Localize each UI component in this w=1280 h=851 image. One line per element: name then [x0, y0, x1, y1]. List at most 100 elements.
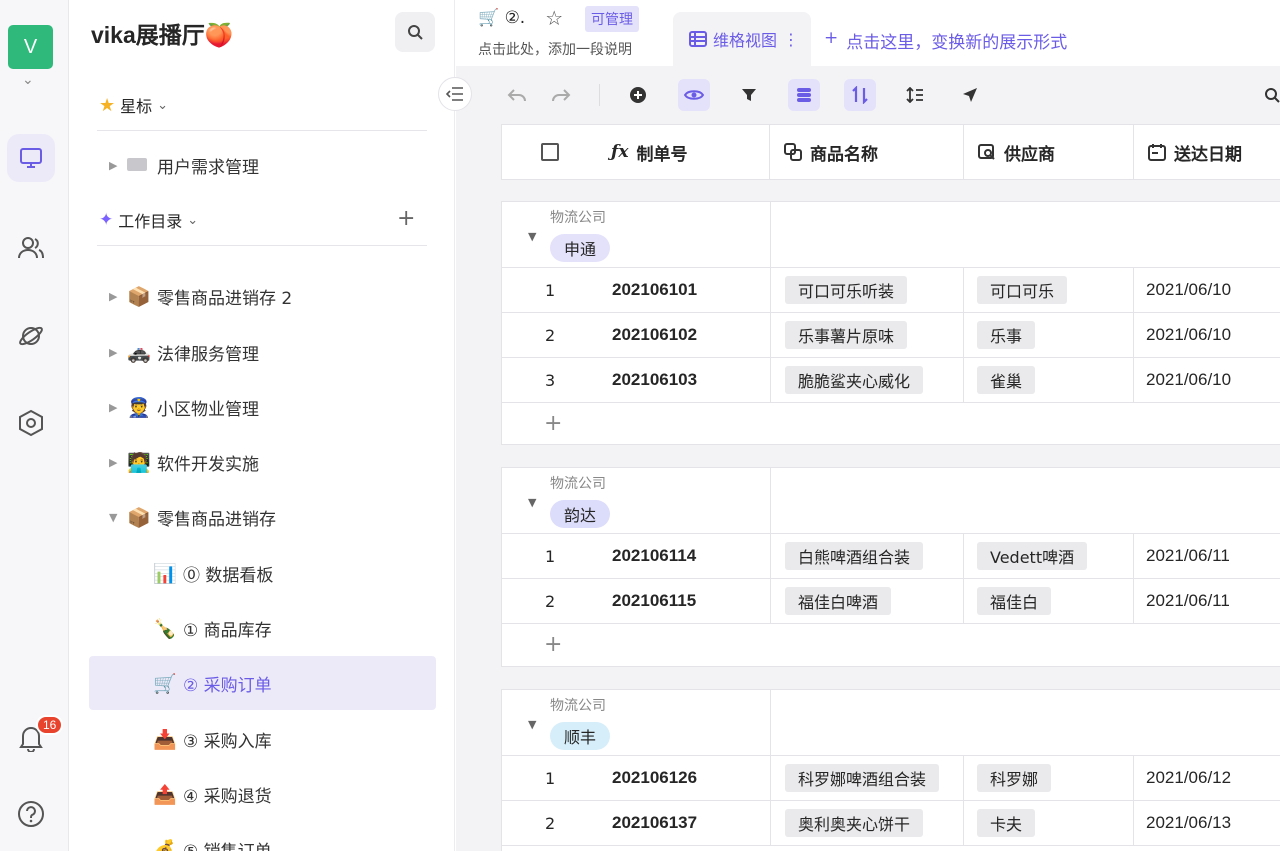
redo-icon[interactable] [545, 79, 577, 111]
share-send-icon[interactable] [954, 79, 986, 111]
column-header-product[interactable]: 商品名称 [770, 125, 964, 179]
table-row[interactable]: 2 202106115 福佳白啤酒 福佳白 2021/06/11 [502, 579, 1280, 624]
members-icon[interactable] [7, 224, 55, 272]
tree-item-dashboard[interactable]: 📊 ⓪ 数据看板 [153, 546, 273, 600]
tree-item-inventory[interactable]: 🍾 ① 商品库存 [153, 601, 272, 655]
starred-item[interactable]: ▶ 用户需求管理 [109, 138, 259, 192]
order-id-cell[interactable]: 202106103 [612, 358, 697, 402]
date-cell[interactable]: 2021/06/13 [1134, 801, 1231, 845]
tab-grid-view[interactable]: 维格视图 ⋮ [673, 12, 811, 66]
datasheet-description[interactable]: 点击此处，添加一段说明 [478, 39, 632, 59]
add-view-button[interactable]: + 点击这里，变换新的展示形式 [824, 28, 1067, 53]
product-cell[interactable]: 科罗娜啤酒组合装 [770, 756, 964, 800]
add-view-label: 点击这里，变换新的展示形式 [846, 33, 1068, 53]
template-planet-icon[interactable] [7, 312, 55, 360]
collapse-triangle-icon[interactable]: ▼ [528, 496, 536, 509]
order-id-cell[interactable]: 202106102 [612, 313, 697, 357]
more-icon[interactable]: ⋮ [783, 30, 799, 49]
column-header-order-id[interactable]: ƒx 制单号 [597, 125, 770, 179]
order-id-cell[interactable]: 202106114 [612, 534, 696, 578]
tree-item-legal[interactable]: ▶ 🚓 法律服务管理 [109, 325, 259, 379]
group-value-pill: 顺丰 [550, 722, 611, 750]
supplier-cell[interactable]: 福佳白 [964, 579, 1134, 623]
table-row[interactable]: 1 202106126 科罗娜啤酒组合装 科罗娜 2021/06/12 [502, 756, 1280, 801]
tree-item-retail-2[interactable]: ▶ 📦 零售商品进销存 2 [109, 269, 292, 323]
search-button[interactable] [395, 12, 435, 52]
permission-badge: 可管理 [585, 6, 639, 32]
row-height-icon[interactable] [899, 79, 931, 111]
undo-icon[interactable] [501, 79, 533, 111]
workbench-icon[interactable] [7, 134, 55, 182]
tree-item-property[interactable]: ▶ 👮 小区物业管理 [109, 380, 259, 434]
filter-icon[interactable] [733, 79, 765, 111]
expand-triangle-icon: ▶ [109, 400, 118, 414]
row-number: 2 [545, 325, 556, 345]
supplier-cell[interactable]: 乐事 [964, 313, 1134, 357]
date-cell[interactable]: 2021/06/11 [1134, 534, 1230, 578]
sort-icon[interactable] [844, 79, 876, 111]
table-row[interactable]: 1 202106114 白熊啤酒组合装 Vedett啤酒 2021/06/11 [502, 534, 1280, 579]
supplier-cell[interactable]: 科罗娜 [964, 756, 1134, 800]
product-cell[interactable]: 白熊啤酒组合装 [770, 534, 964, 578]
add-node-button[interactable]: + [397, 206, 415, 231]
date-cell[interactable]: 2021/06/10 [1134, 358, 1231, 402]
add-row-button[interactable]: + [502, 403, 1280, 445]
table-row[interactable]: 3 202106103 脆脆鲨夹心威化 雀巢 2021/06/10 [502, 358, 1280, 403]
group-header[interactable]: ▼ 物流公司 顺丰 [502, 690, 1280, 756]
order-id-cell[interactable]: 202106137 [612, 801, 697, 845]
order-id-cell[interactable]: 202106101 [612, 268, 697, 312]
settings-hexagon-icon[interactable] [7, 399, 55, 447]
tree-item-purchase-return[interactable]: 📤 ④ 采购退货 [153, 767, 272, 821]
date-cell[interactable]: 2021/06/10 [1134, 268, 1231, 312]
supplier-cell[interactable]: Vedett啤酒 [964, 534, 1134, 578]
table-row[interactable]: 2 202106137 奥利奥夹心饼干 卡夫 2021/06/13 [502, 801, 1280, 846]
column-header-delivery-date[interactable]: 送达日期 [1134, 125, 1280, 179]
order-id-cell[interactable]: 202106126 [612, 756, 697, 800]
tree-item-sales-orders[interactable]: 💰 ⑤ 销售订单 [153, 822, 272, 851]
starred-section-header[interactable]: ★ 星标 ⌄ [99, 93, 168, 117]
column-header-supplier[interactable]: 供应商 [964, 125, 1134, 179]
collapse-triangle-icon[interactable]: ▼ [528, 230, 536, 243]
supplier-cell[interactable]: 雀巢 [964, 358, 1134, 402]
group-header[interactable]: ▼ 物流公司 韵达 [502, 468, 1280, 534]
add-row-button[interactable]: + [502, 624, 1280, 666]
hide-fields-eye-icon[interactable] [678, 79, 710, 111]
chevron-down-icon[interactable]: ⌄ [22, 72, 34, 88]
table-row[interactable]: 1 202106101 可口可乐听装 可口可乐 2021/06/10 [502, 268, 1280, 313]
tree-item-purchase-orders[interactable]: 🛒 ② 采购订单 [89, 656, 436, 710]
add-record-icon[interactable] [622, 79, 654, 111]
toolbar-divider [599, 84, 600, 106]
order-id-cell[interactable]: 202106115 [612, 579, 696, 623]
date-cell[interactable]: 2021/06/10 [1134, 313, 1231, 357]
space-avatar[interactable]: V [8, 25, 53, 69]
select-all-checkbox[interactable] [502, 125, 597, 179]
collapse-triangle-icon[interactable]: ▼ [528, 718, 536, 731]
expand-triangle-icon: ▶ [109, 289, 118, 303]
product-cell[interactable]: 奥利奥夹心饼干 [770, 801, 964, 845]
table-row[interactable]: 2 202106102 乐事薯片原味 乐事 2021/06/10 [502, 313, 1280, 358]
tree-item-software[interactable]: ▶ 🧑‍💻 软件开发实施 [109, 435, 259, 489]
item-emoji-icon: 🚓 [127, 341, 151, 364]
star-outline-icon[interactable]: ☆ [545, 6, 563, 30]
date-cell[interactable]: 2021/06/12 [1134, 756, 1231, 800]
product-cell[interactable]: 可口可乐听装 [770, 268, 964, 312]
help-icon[interactable] [7, 790, 55, 838]
product-cell[interactable]: 乐事薯片原味 [770, 313, 964, 357]
product-cell[interactable]: 脆脆鲨夹心威化 [770, 358, 964, 402]
product-cell[interactable]: 福佳白啤酒 [770, 579, 964, 623]
group-block: ▼ 物流公司 申通 1 202106101 可口可乐听装 可口可乐 2021/0… [501, 201, 1280, 445]
datasheet-title[interactable]: 🛒 ②. ☆ [478, 6, 563, 30]
search-icon[interactable] [1256, 79, 1280, 111]
grid-header-row: ƒx 制单号 商品名称 供应商 送达日期 [501, 124, 1280, 180]
divider [770, 690, 771, 756]
tree-item-retail[interactable]: ▼ 📦 零售商品进销存 [109, 490, 276, 544]
date-cell[interactable]: 2021/06/11 [1134, 579, 1230, 623]
supplier-cell[interactable]: 可口可乐 [964, 268, 1134, 312]
group-icon[interactable] [788, 79, 820, 111]
workdir-section-header[interactable]: ✦ 工作目录 ⌄ [99, 208, 198, 232]
supplier-cell[interactable]: 卡夫 [964, 801, 1134, 845]
group-block: ▼ 物流公司 顺丰 1 202106126 科罗娜啤酒组合装 科罗娜 2021/… [501, 689, 1280, 851]
tree-item-purchase-in[interactable]: 📥 ③ 采购入库 [153, 712, 272, 766]
group-header[interactable]: ▼ 物流公司 申通 [502, 202, 1280, 268]
collapse-sidebar-button[interactable] [438, 77, 472, 111]
